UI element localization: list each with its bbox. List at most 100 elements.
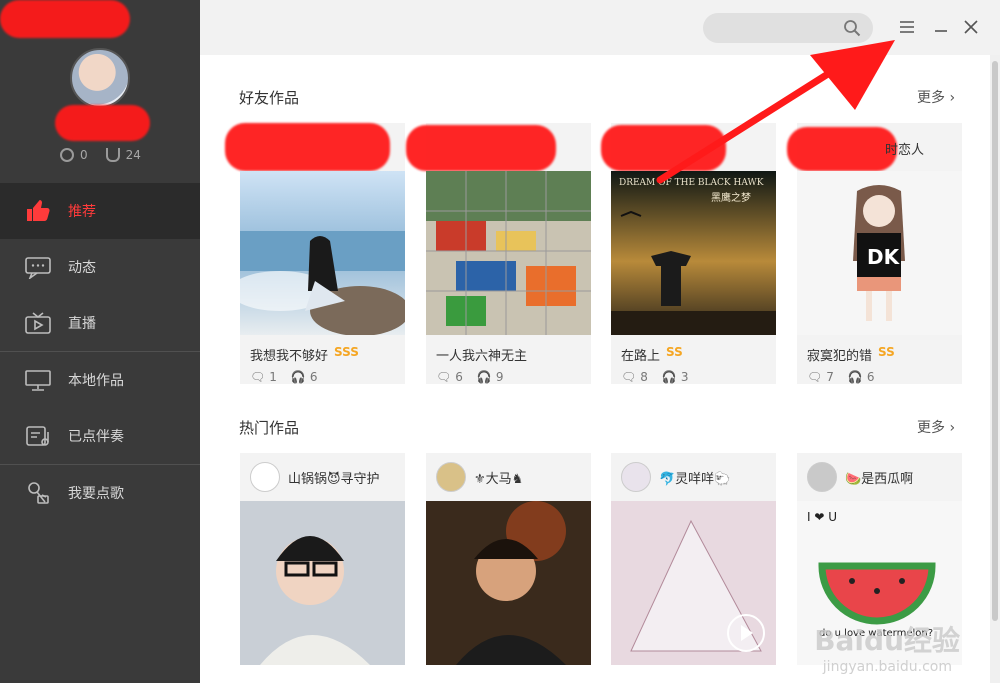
redaction-mark (55, 105, 150, 141)
annotation-arrow (656, 40, 895, 184)
song-title[interactable]: 我想我不够好 (250, 345, 328, 364)
hot-work-card[interactable]: 🐬灵咩咩🐑 (611, 453, 776, 665)
card-meta: 🗨 6 🎧 9 (426, 364, 591, 384)
song-title[interactable]: 寂寞犯的错 (807, 345, 872, 364)
comment-count: 🗨 1 (250, 370, 277, 384)
card-meta: 🗨 8 🎧 3 (611, 364, 776, 384)
friend-work-card[interactable]: 我想我不够好 SSS 🗨 1 🎧 6 (225, 123, 405, 384)
card-header (406, 123, 591, 171)
song-title[interactable]: 在路上 (621, 345, 660, 364)
redaction-mark (225, 123, 390, 171)
comment-count: 🗨 7 (807, 370, 834, 384)
author-name[interactable]: 🍉是西瓜啊 (845, 468, 913, 487)
cover-image[interactable]: DK (797, 171, 962, 335)
cover-image[interactable] (611, 501, 776, 665)
sidebar-item-label: 推荐 (68, 204, 96, 220)
redaction-mark (0, 0, 130, 38)
sidebar-item-label: 直播 (68, 316, 96, 332)
headphones-icon: 🎧 (290, 370, 306, 384)
author-name[interactable]: ⚜大马♞ (474, 468, 523, 487)
grade-badge: SS (666, 345, 683, 359)
author-name[interactable]: 🐬灵咩咩🐑 (659, 468, 730, 487)
song-title[interactable]: 一人我六神无主 (436, 345, 527, 364)
card-title-row: 我想我不够好 SSS (240, 335, 405, 364)
k-coin-stat: 0 (60, 148, 88, 162)
sidebar-item-request-song[interactable]: 我要点歌 (0, 465, 200, 521)
comment-icon: 🗨 (436, 370, 452, 384)
hot-work-card[interactable]: ⚜大马♞ (426, 453, 591, 665)
minimize-button[interactable] (930, 16, 952, 38)
card-title-row: 寂寞犯的错 SS (797, 335, 962, 364)
comment-count: 🗨 6 (436, 370, 463, 384)
vertical-scrollbar[interactable] (990, 55, 1000, 683)
sidebar-item-recommend[interactable]: 推荐 (0, 183, 200, 239)
grade-badge: SSS (334, 345, 359, 359)
chat-bubble-icon (24, 255, 52, 279)
k-coin-icon (60, 148, 74, 162)
sidebar-nav: 推荐 动态 直播 本地作品 已点伴奏 我要点歌 (0, 183, 200, 521)
trophy-stat: 24 (105, 148, 141, 162)
sidebar-item-accompaniments[interactable]: 已点伴奏 (0, 408, 200, 464)
listen-value: 6 (309, 370, 318, 384)
cover-image[interactable] (240, 501, 405, 665)
profile-block: 0 24 (0, 0, 200, 183)
listen-count: 🎧 3 (662, 370, 689, 384)
sidebar-item-live[interactable]: 直播 (0, 295, 200, 351)
svg-text:DK: DK (867, 245, 901, 269)
headphones-icon: 🎧 (476, 370, 492, 384)
watermark: Baidu经验 (814, 624, 960, 657)
chevron-right-icon: › (949, 420, 956, 436)
listen-value: 9 (495, 370, 504, 384)
avatar[interactable] (250, 462, 280, 492)
cover-image[interactable] (240, 171, 405, 335)
listen-value: 3 (680, 370, 689, 384)
more-link-hot[interactable]: 更多 › (917, 417, 955, 437)
love-text: I ❤ U (807, 510, 837, 524)
card-title-row: 在路上 SS (611, 335, 776, 364)
sidebar-item-local-works[interactable]: 本地作品 (0, 352, 200, 408)
section-title-hot: 热门作品 (239, 419, 300, 437)
sidebar-item-label: 已点伴奏 (68, 429, 124, 445)
card-header (225, 123, 405, 171)
trophy-icon (105, 148, 120, 162)
avatar[interactable] (621, 462, 651, 492)
monitor-icon (24, 368, 52, 392)
comment-value: 1 (269, 370, 277, 384)
more-label: 更多 (917, 90, 945, 106)
avatar[interactable] (70, 48, 130, 108)
watermark-url: jingyan.baidu.com (822, 659, 952, 675)
card-title-row: 一人我六神无主 (426, 335, 591, 364)
card-meta: 🗨 7 🎧 6 (797, 364, 962, 384)
comment-icon: 🗨 (621, 370, 637, 384)
scroll-thumb[interactable] (992, 61, 998, 621)
cover-image[interactable] (426, 501, 591, 665)
hot-work-card[interactable]: 山锅锅😈寻守护 (240, 453, 405, 665)
card-header: 山锅锅😈寻守护 (240, 453, 405, 501)
listen-count: 🎧 9 (477, 370, 504, 384)
microphone-icon (24, 481, 52, 505)
avatar[interactable] (436, 462, 466, 492)
close-icon (964, 20, 978, 34)
card-header: ⚜大马♞ (426, 453, 591, 501)
section-title-friends: 好友作品 (239, 89, 300, 107)
close-button[interactable] (960, 16, 982, 38)
sidebar-item-feed[interactable]: 动态 (0, 239, 200, 295)
headphones-icon: 🎧 (661, 370, 677, 384)
cover-image[interactable]: DREAM OF THE BLACK HAWK 黑鹰之梦 (611, 171, 776, 335)
card-header: 🐬灵咩咩🐑 (611, 453, 776, 501)
grade-badge: SS (878, 345, 895, 359)
redaction-mark (406, 125, 556, 171)
avatar[interactable] (807, 462, 837, 492)
more-label: 更多 (917, 420, 945, 436)
author-name[interactable]: 山锅锅😈寻守护 (288, 468, 380, 487)
music-list-icon (24, 424, 52, 448)
comment-icon: 🗨 (250, 370, 266, 384)
friend-work-card[interactable]: 一人我六神无主 🗨 6 🎧 9 (406, 123, 591, 384)
more-link-friends[interactable]: 更多 › (917, 87, 955, 107)
listen-count: 🎧 6 (291, 370, 318, 384)
chevron-right-icon: › (949, 90, 956, 106)
listen-count: 🎧 6 (848, 370, 875, 384)
profile-stats: 0 24 (60, 148, 141, 162)
cover-image[interactable] (426, 171, 591, 335)
sidebar: 0 24 推荐 动态 直播 本地作品 已点伴奏 我要点歌 (0, 0, 200, 683)
